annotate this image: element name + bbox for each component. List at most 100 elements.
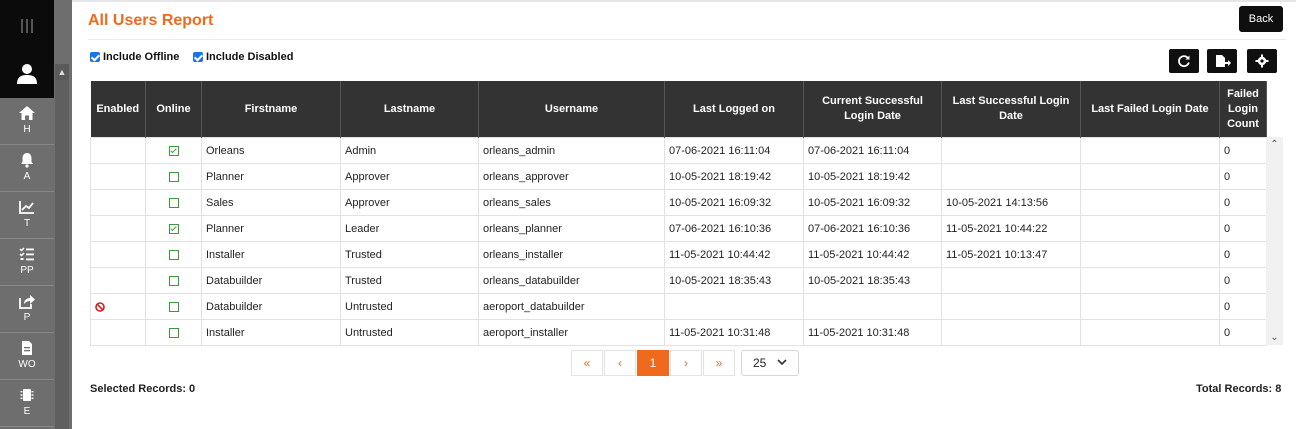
page-size-value: 25 [753,356,767,370]
include-offline-checkbox[interactable]: Include Offline [90,51,179,63]
failed-count-cell: 0 [1219,293,1267,320]
sidebar-item-alerts[interactable]: A [0,145,54,192]
last-logged-on-cell: 11-05-2021 10:44:42 [664,241,804,268]
username-cell: orleans_approver [478,163,665,190]
username-cell: orleans_admin [478,137,665,164]
column-header[interactable]: Last Logged on [664,81,804,138]
column-header[interactable]: Lastname [340,81,479,138]
export-file-icon [1216,55,1231,67]
firstname-cell: Installer [201,319,341,346]
sidebar-item-label: T [23,218,31,229]
sidebar-item-trends[interactable]: T [0,192,54,239]
username-cell: aeroport_installer [478,319,665,346]
sidebar-item-home[interactable]: H [0,98,54,145]
export-button[interactable] [1207,49,1237,73]
column-header[interactable]: Enabled [90,81,146,138]
column-header[interactable]: Failed Login Count [1219,81,1267,138]
include-disabled-checkbox[interactable]: Include Disabled [193,51,293,63]
firstname-cell: Orleans [201,137,341,164]
table-row[interactable]: Sales Approver orleans_sales 10-05-2021 16:… [90,189,1267,216]
checkbox-checked-icon[interactable] [90,52,100,62]
chevron-up-icon[interactable]: ⌃ [1266,139,1283,150]
last-success-cell: 11-05-2021 10:44:22 [941,215,1081,242]
page-1-button[interactable]: 1 [637,350,669,376]
chart-icon [19,201,34,214]
user-icon[interactable] [16,63,38,85]
total-records-count: Total Records: 8 [1196,383,1282,395]
sidebar-item-pp[interactable]: PP [0,239,54,286]
chevron-down-icon [777,359,787,366]
home-icon [19,106,35,120]
last-failed-cell [1080,319,1220,346]
settings-button[interactable] [1247,49,1277,73]
failed-count-cell: 0 [1219,189,1267,216]
last-success-cell: 11-05-2021 10:13:47 [941,241,1081,268]
username-cell: aeroport_databuilder [478,293,665,320]
last-failed-cell [1080,241,1220,268]
firstname-cell: Databuilder [201,267,341,294]
sidebar-scroll-up-icon[interactable]: ▲ [55,64,69,80]
table-row[interactable]: Installer Trusted orleans_installer 11-05-2… [90,241,1267,268]
last-failed-cell [1080,163,1220,190]
lastname-cell: Leader [340,215,479,242]
chevron-down-icon[interactable]: ⌄ [1266,332,1283,343]
table-row[interactable]: Planner Leader orleans_planner 07-06-2021 1… [90,215,1267,242]
sidebar-item-label: P [23,312,31,323]
prev-page-button[interactable]: ‹ [604,350,636,376]
enabled-cell [90,293,146,320]
column-header[interactable]: Online [145,81,202,138]
online-checked-icon [168,145,179,156]
enabled-cell [90,267,146,294]
firstname-cell: Databuilder [201,293,341,320]
enabled-cell [90,189,146,216]
table-scrollbar[interactable]: ⌃ ⌄ [1266,137,1283,345]
current-success-cell: 10-05-2021 16:09:32 [803,189,942,216]
online-cell [145,215,202,242]
table-row[interactable]: Databuilder Untrusted aeroport_databuilder… [90,293,1267,320]
table-body: Orleans Admin orleans_admin 07-06-2021 16:1… [90,137,1267,346]
last-logged-on-cell: 10-05-2021 18:19:42 [664,163,804,190]
last-failed-cell [1080,267,1220,294]
bell-icon [21,153,33,168]
last-page-button[interactable]: » [703,350,735,376]
online-unchecked-icon [168,197,179,208]
column-header[interactable]: Username [478,81,665,138]
first-page-button[interactable]: « [571,350,603,376]
chip-icon [20,389,34,401]
enabled-cell [90,241,146,268]
column-header[interactable]: Last Failed Login Date [1080,81,1220,138]
sidebar-scrollbar[interactable] [55,80,69,429]
include-offline-label: Include Offline [103,51,180,63]
checklist-icon [19,247,34,261]
back-button[interactable]: Back [1239,6,1283,32]
last-success-cell [941,163,1081,190]
online-unchecked-icon [168,275,179,286]
column-header[interactable]: Firstname [201,81,341,138]
column-header[interactable]: Last Successful Login Date [941,81,1081,138]
online-cell [145,163,202,190]
username-cell: orleans_installer [478,241,665,268]
last-success-cell [941,293,1081,320]
refresh-button[interactable] [1169,49,1199,73]
refresh-icon [1178,55,1190,67]
table-row[interactable]: Planner Approver orleans_approver 10-05-202… [90,163,1267,190]
next-page-button[interactable]: › [670,350,702,376]
sidebar-item-wo[interactable]: WO [0,333,54,380]
online-cell [145,137,202,164]
page-size-select[interactable]: 25 [741,350,799,376]
sidebar: ▲ H A T PP P WO E [0,0,72,429]
table-row[interactable]: Installer Untrusted aeroport_installer 11-0… [90,319,1267,346]
sidebar-item-p[interactable]: P [0,286,54,333]
menu-icon[interactable] [21,19,35,33]
sidebar-item-e[interactable]: E [0,380,54,427]
last-success-cell [941,137,1081,164]
table-row[interactable]: Orleans Admin orleans_admin 07-06-2021 16:1… [90,137,1267,164]
current-success-cell: 10-05-2021 18:35:43 [803,267,942,294]
online-unchecked-icon [168,249,179,260]
column-header[interactable]: Current Successful Login Date [803,81,942,138]
enabled-cell [90,137,146,164]
failed-count-cell: 0 [1219,241,1267,268]
table-row[interactable]: Databuilder Trusted orleans_databuilder 10-… [90,267,1267,294]
checkbox-checked-icon[interactable] [193,52,203,62]
last-logged-on-cell: 11-05-2021 10:31:48 [664,319,804,346]
